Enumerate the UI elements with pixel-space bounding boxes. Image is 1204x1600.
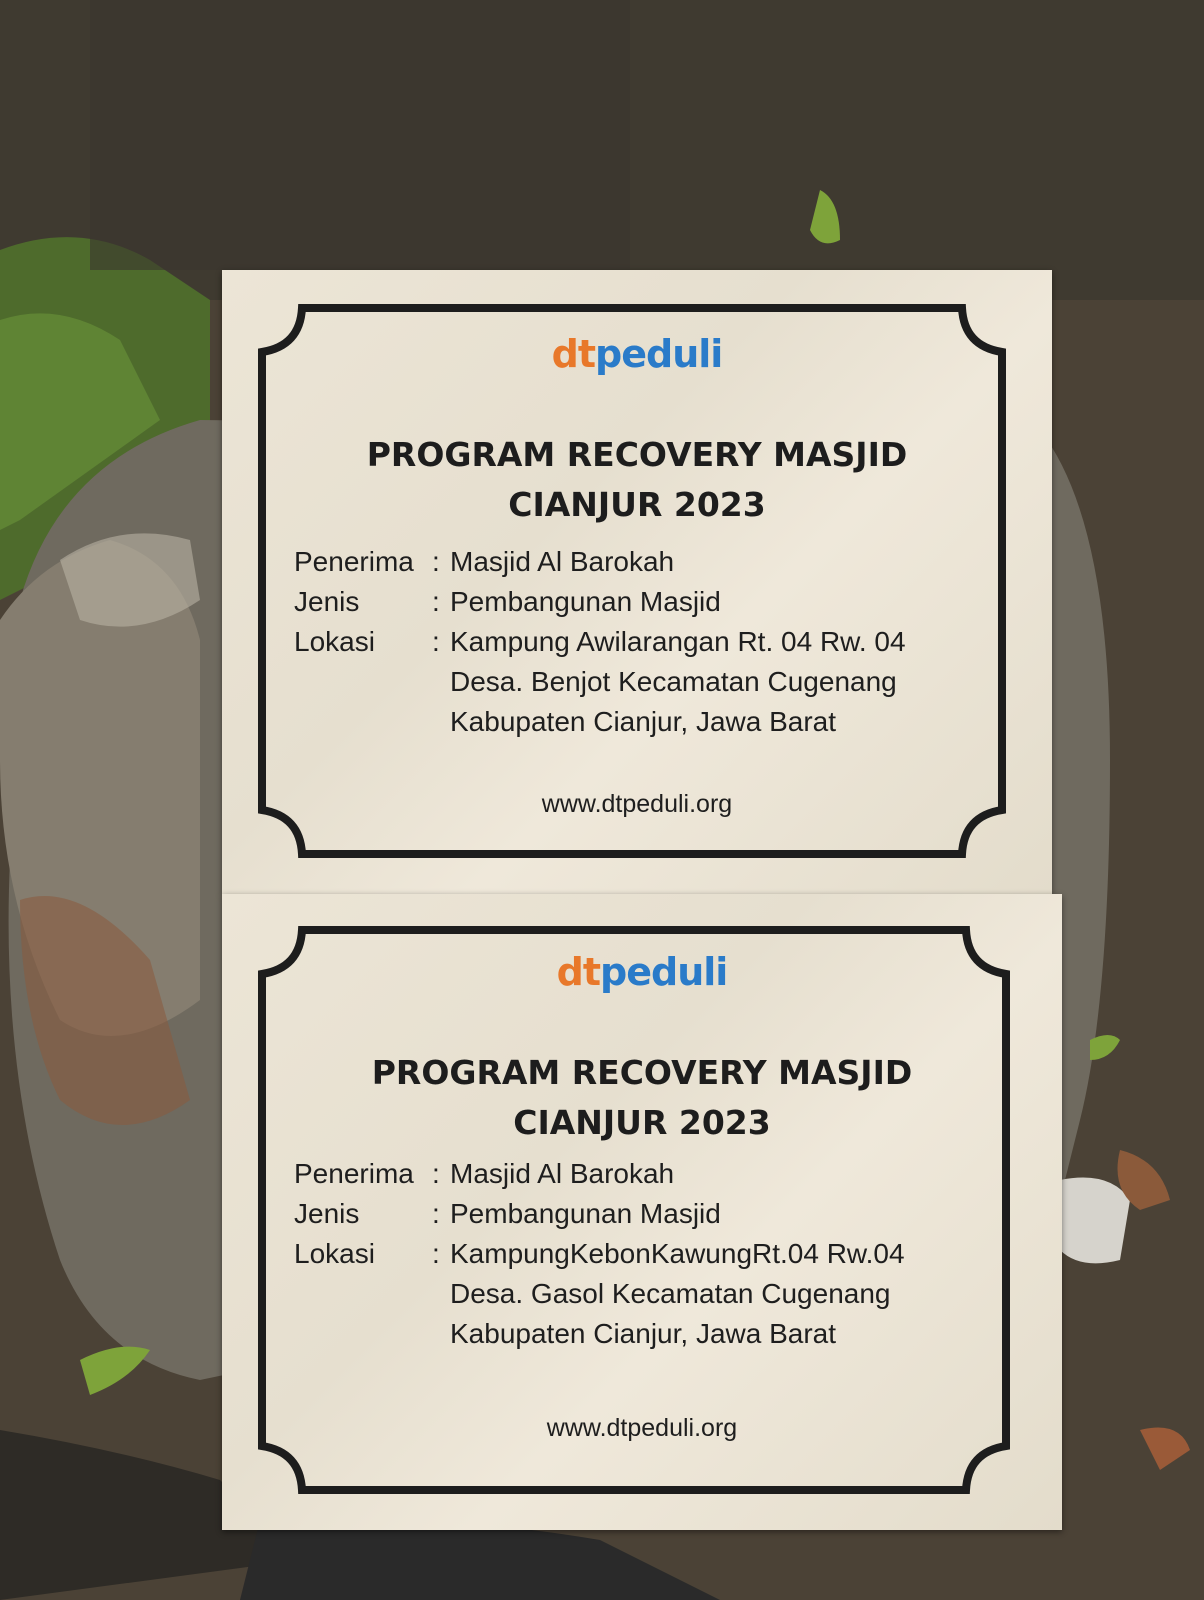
heading-line-2: CIANJUR 2023 (513, 1103, 771, 1142)
lokasi-label: Lokasi (294, 626, 375, 657)
colon: : (432, 1198, 440, 1229)
lokasi-row: Lokasi : Kampung Awilarangan Rt. 04 Rw. … (294, 622, 906, 662)
marble-plaque-2: dtpeduli PROGRAM RECOVERY MASJID CIANJUR… (222, 894, 1062, 1530)
penerima-row: Penerima : Masjid Al Barokah (294, 542, 906, 582)
website-text: www.dtpeduli.org (541, 790, 733, 818)
dtpeduli-logo: dtpeduli (222, 950, 1062, 994)
website-text: www.dtpeduli.org (546, 1414, 738, 1442)
heading-line-2: CIANJUR 2023 (508, 485, 766, 524)
plaque-heading: PROGRAM RECOVERY MASJID CIANJUR 2023 (222, 1048, 1062, 1148)
dtpeduli-logo: dtpeduli (222, 332, 1052, 376)
plaque-info-block: Penerima : Masjid Al Barokah Jenis : Pem… (294, 542, 906, 742)
penerima-row: Penerima : Masjid Al Barokah (294, 1154, 905, 1194)
jenis-label: Jenis (294, 586, 360, 617)
lokasi-line-3: Kabupaten Cianjur, Jawa Barat (450, 706, 837, 737)
colon: : (432, 626, 440, 657)
logo-peduli-text: peduli (595, 332, 723, 376)
lokasi-line-2: Desa. Benjot Kecamatan Cugenang (450, 666, 897, 697)
penerima-value: Masjid Al Barokah (450, 546, 675, 577)
lokasi-line-1: Kampung Awilarangan Rt. 04 Rw. 04 (450, 626, 906, 657)
plaque-info-block: Penerima : Masjid Al Barokah Jenis : Pem… (294, 1154, 905, 1354)
colon: : (432, 1238, 440, 1269)
heading-line-1: PROGRAM RECOVERY MASJID (366, 435, 908, 474)
lokasi-row: Lokasi : KampungKebonKawungRt.04 Rw.04 (294, 1234, 905, 1274)
logo-dt-text: dt (556, 950, 601, 994)
lokasi-line-1: KampungKebonKawungRt.04 Rw.04 (450, 1238, 905, 1269)
colon: : (432, 586, 440, 617)
penerima-value: Masjid Al Barokah (450, 1158, 675, 1189)
lokasi-line-3: Kabupaten Cianjur, Jawa Barat (450, 1318, 837, 1349)
jenis-row: Jenis : Pembangunan Masjid (294, 582, 906, 622)
colon: : (432, 1158, 440, 1189)
colon: : (432, 546, 440, 577)
penerima-label: Penerima (294, 1158, 414, 1189)
lokasi-label: Lokasi (294, 1238, 375, 1269)
marble-plaque-1: dtpeduli PROGRAM RECOVERY MASJID CIANJUR… (222, 270, 1052, 894)
jenis-label: Jenis (294, 1198, 360, 1229)
heading-line-1: PROGRAM RECOVERY MASJID (371, 1053, 913, 1092)
lokasi-line-2: Desa. Gasol Kecamatan Cugenang (450, 1278, 891, 1309)
logo-dt-text: dt (551, 332, 596, 376)
jenis-value: Pembangunan Masjid (450, 586, 721, 617)
plaque-heading: PROGRAM RECOVERY MASJID CIANJUR 2023 (222, 430, 1052, 530)
penerima-label: Penerima (294, 546, 414, 577)
jenis-row: Jenis : Pembangunan Masjid (294, 1194, 905, 1234)
jenis-value: Pembangunan Masjid (450, 1198, 721, 1229)
logo-peduli-text: peduli (600, 950, 728, 994)
